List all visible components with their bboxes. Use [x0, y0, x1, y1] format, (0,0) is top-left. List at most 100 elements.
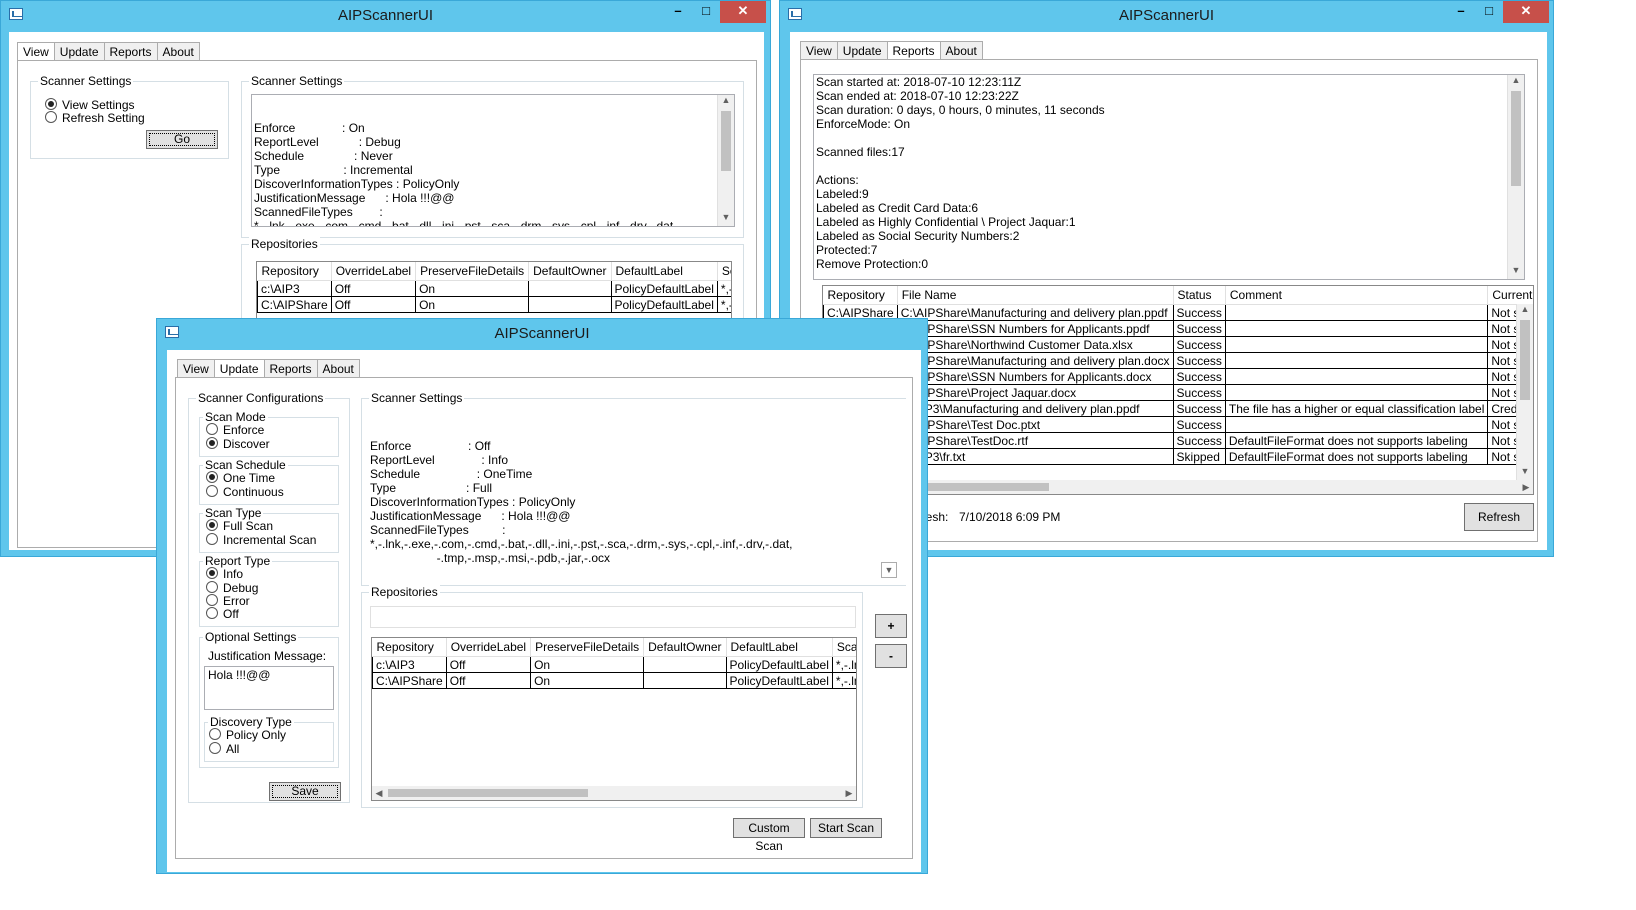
add-repository-button[interactable]: + — [875, 614, 907, 638]
table-cell[interactable]: PolicyDefaultLabel — [725, 656, 833, 673]
table-cell[interactable]: The file has a higher or equal classific… — [1224, 400, 1489, 417]
table-cell[interactable]: c:\AIP3\Manufacturing and delivery plan.… — [896, 400, 1174, 417]
table-cell[interactable]: C:\AIPShare\TestDoc.rtf — [896, 432, 1174, 449]
scroll-right-icon[interactable]: ▶ — [842, 786, 856, 800]
table-cell[interactable] — [528, 296, 612, 313]
table-cell[interactable]: Success — [1172, 416, 1226, 433]
table-cell[interactable]: Success — [1172, 320, 1226, 337]
radio-enforce[interactable]: Enforce — [206, 423, 264, 437]
table-row[interactable]: C:\AIPShareC:\AIPShare\SSN Numbers for A… — [823, 320, 1533, 337]
tab-reports[interactable]: Reports — [263, 359, 318, 379]
save-button[interactable]: Save — [269, 782, 341, 801]
table-cell[interactable]: Off — [330, 280, 417, 297]
table-cell[interactable]: On — [415, 296, 530, 313]
table-cell[interactable]: c:\AIP3 — [257, 280, 332, 297]
table-cell[interactable]: Off — [445, 656, 532, 673]
table-cell[interactable]: C:\AIPShare\SSN Numbers for Applicants.d… — [896, 368, 1174, 385]
radio-debug[interactable]: Debug — [206, 581, 258, 595]
table-cell[interactable]: Success — [1172, 352, 1226, 369]
scroll-thumb[interactable] — [388, 789, 588, 797]
table-row[interactable]: C:\AIPShareC:\AIPShare\Project Jaquar.do… — [823, 384, 1533, 401]
column-header[interactable]: DefaultOwner — [528, 262, 612, 281]
column-header[interactable]: PreserveFileDetails — [530, 638, 645, 657]
column-header[interactable]: Scanne — [717, 262, 731, 281]
table-cell[interactable]: PolicyDefaultLabel — [725, 672, 833, 689]
radio-full-scan[interactable]: Full Scan — [206, 519, 273, 533]
table-row[interactable]: C:\AIPShareC:\AIPShare\Northwind Custome… — [823, 336, 1533, 353]
table-row[interactable]: c:\AIP3 Off On PolicyDefaultLabel *,-.ln… — [372, 656, 856, 673]
table-cell[interactable]: Success — [1172, 368, 1226, 385]
custom-scan-button[interactable]: Custom Scan — [733, 818, 805, 853]
scroll-thumb[interactable] — [721, 111, 731, 171]
column-header[interactable]: File Name — [897, 286, 1174, 305]
table-cell[interactable] — [1224, 336, 1489, 353]
table-cell[interactable]: PolicyDefaultLabel — [610, 296, 718, 313]
radio-error[interactable]: Error — [206, 594, 250, 608]
radio-all[interactable]: All — [209, 742, 239, 756]
tab-update[interactable]: Update — [836, 41, 888, 61]
table-row[interactable]: C:\AIPShareC:\AIPShare\Manufacturing and… — [823, 304, 1533, 321]
table-cell[interactable] — [1224, 384, 1489, 401]
go-button[interactable]: Go — [146, 130, 218, 149]
vertical-scrollbar[interactable]: ▲ ▼ — [1516, 304, 1533, 480]
titlebar[interactable]: AIPScannerUI — [157, 319, 927, 349]
table-cell[interactable] — [1224, 368, 1489, 385]
column-header[interactable]: OverrideLabel — [331, 262, 417, 281]
table-cell[interactable] — [1224, 416, 1489, 433]
table-row[interactable]: C:\AIPShareC:\AIPShare\SSN Numbers for A… — [823, 368, 1533, 385]
vertical-scrollbar[interactable]: ▲ ▼ — [717, 95, 734, 226]
table-cell[interactable]: Success — [1172, 384, 1226, 401]
minimize-icon[interactable]: – — [664, 1, 692, 23]
report-grid[interactable]: Repository File Name Status Comment Curr… — [822, 285, 1534, 495]
table-cell[interactable]: Success — [1172, 336, 1226, 353]
remove-repository-button[interactable]: - — [875, 644, 907, 668]
close-icon[interactable]: ✕ — [720, 1, 766, 23]
column-header[interactable]: Status — [1173, 286, 1226, 305]
table-cell[interactable]: Off — [445, 672, 532, 689]
scroll-up-icon[interactable]: ▲ — [718, 95, 734, 109]
scroll-down-icon[interactable]: ▼ — [881, 562, 897, 578]
column-header[interactable]: Current Labe — [1487, 286, 1533, 305]
radio-continuous[interactable]: Continuous — [206, 485, 284, 499]
scroll-left-icon[interactable]: ◀ — [372, 786, 386, 800]
table-cell[interactable]: Skipped — [1172, 448, 1226, 465]
scroll-down-icon[interactable]: ▼ — [1517, 466, 1533, 480]
close-icon[interactable]: ✕ — [1503, 1, 1549, 23]
table-cell[interactable]: Success — [1172, 304, 1226, 321]
scroll-up-icon[interactable]: ▲ — [1517, 304, 1533, 318]
table-cell[interactable]: DefaultFileFormat does not supports labe… — [1224, 432, 1489, 449]
table-cell[interactable]: Success — [1172, 432, 1226, 449]
table-cell[interactable] — [1224, 352, 1489, 369]
tab-reports[interactable]: Reports — [886, 41, 941, 61]
table-cell[interactable]: *,-.lnk,-.e — [831, 656, 856, 673]
table-cell[interactable]: C:\AIPShare — [372, 672, 447, 689]
radio-discover[interactable]: Discover — [206, 437, 270, 451]
radio-off[interactable]: Off — [206, 607, 239, 621]
column-header[interactable]: Comment — [1225, 286, 1489, 305]
column-header[interactable]: Repository — [823, 286, 898, 305]
table-cell[interactable]: *,-.lnk,-.e — [831, 672, 856, 689]
table-cell[interactable]: DefaultFileFormat does not supports labe… — [1224, 448, 1489, 465]
table-cell[interactable] — [643, 672, 727, 689]
column-header[interactable]: DefaultLabel — [726, 638, 833, 657]
scroll-thumb[interactable] — [1511, 91, 1521, 186]
radio-policy-only[interactable]: Policy Only — [209, 728, 286, 742]
radio-one-time[interactable]: One Time — [206, 471, 275, 485]
table-cell[interactable]: C:\AIPShare\SSN Numbers for Applicants.p… — [896, 320, 1174, 337]
table-cell[interactable]: Success — [1172, 400, 1226, 417]
table-cell[interactable]: c:\AIP3 — [372, 656, 447, 673]
tab-view[interactable]: View — [17, 42, 55, 62]
horizontal-scrollbar[interactable]: ◀ ▶ — [372, 786, 856, 800]
column-header[interactable]: OverrideLabel — [446, 638, 532, 657]
table-row[interactable]: c:\AIP3c:\AIP3\Manufacturing and deliver… — [823, 400, 1533, 417]
tab-update[interactable]: Update — [53, 42, 105, 62]
table-cell[interactable]: c:\AIP3\fr.txt — [896, 448, 1174, 465]
table-row[interactable]: c:\AIP3c:\AIP3\fr.txtSkippedDefaultFileF… — [823, 448, 1533, 465]
table-cell[interactable] — [528, 280, 612, 297]
table-row[interactable]: C:\AIPShare Off On PolicyDefaultLabel *,… — [257, 296, 731, 313]
scroll-down-icon[interactable]: ▼ — [1508, 265, 1524, 279]
table-cell[interactable]: C:\AIPShare\Manufacturing and delivery p… — [896, 304, 1174, 321]
table-cell[interactable]: C:\AIPShare\Project Jaquar.docx — [896, 384, 1174, 401]
column-header[interactable]: Scanned — [832, 638, 856, 657]
vertical-scrollbar[interactable]: ▲ ▼ — [1507, 75, 1524, 279]
